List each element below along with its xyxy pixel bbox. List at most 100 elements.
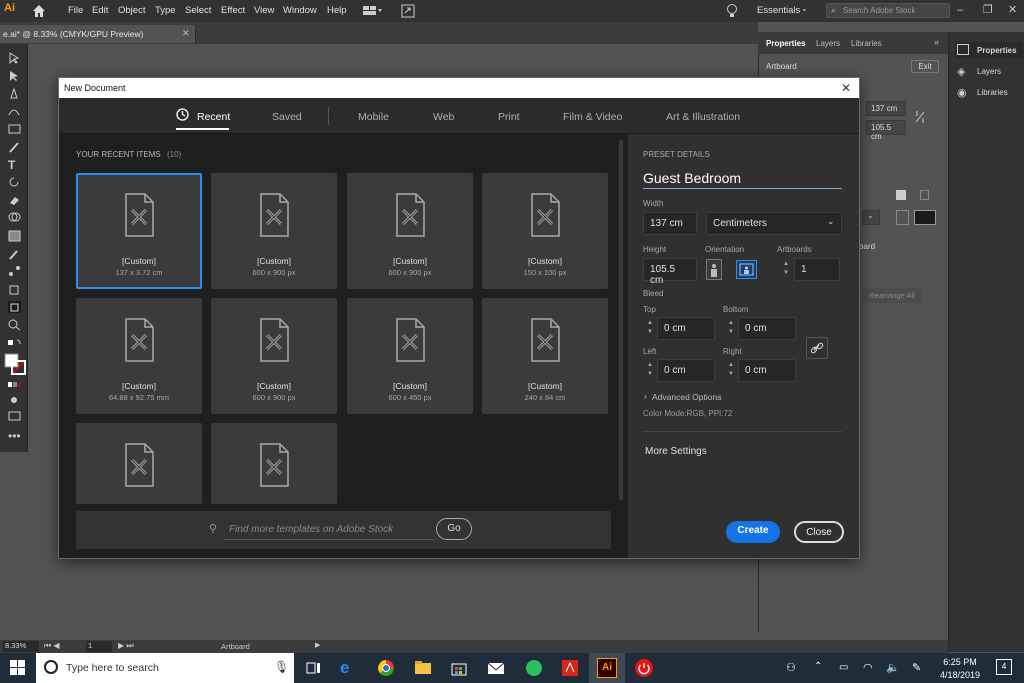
zoom-tool-icon[interactable]	[8, 319, 21, 331]
edge-icon[interactable]: e	[340, 658, 360, 678]
windows-start-icon[interactable]	[10, 660, 26, 676]
illustrator-taskbar-button[interactable]: Ai	[589, 653, 625, 683]
battery-icon[interactable]: ▭	[839, 662, 848, 673]
pen-tool-icon[interactable]	[8, 87, 21, 99]
tab-print[interactable]: Print	[498, 111, 520, 123]
close-tab-icon[interactable]: ✕	[182, 28, 190, 39]
show-hidden-icons[interactable]: ⌃	[814, 661, 822, 672]
menu-edit[interactable]: Edit	[92, 5, 108, 16]
create-button[interactable]: Create	[726, 521, 780, 543]
collapse-panel-icon[interactable]: »	[934, 37, 939, 47]
evernote-icon[interactable]	[524, 658, 544, 678]
selection-tool-icon[interactable]	[8, 52, 21, 64]
menu-help[interactable]: Help	[327, 5, 347, 16]
recent-item-card[interactable]	[211, 423, 337, 504]
landscape-orientation-button[interactable]	[736, 260, 757, 279]
shape-builder-tool-icon[interactable]	[8, 211, 21, 223]
bleed-left-field[interactable]: 0 cm	[657, 359, 715, 382]
clock-time[interactable]: 6:25 PM	[940, 657, 980, 667]
props-width-field[interactable]: 137 cm	[866, 101, 906, 116]
tab-layers[interactable]: Layers	[816, 39, 840, 48]
type-tool-icon[interactable]: T	[8, 158, 21, 172]
dock-properties[interactable]: Properties	[955, 42, 1023, 58]
direct-selection-tool-icon[interactable]	[8, 70, 21, 82]
tab-web[interactable]: Web	[433, 111, 454, 123]
go-button[interactable]: Go	[436, 518, 472, 540]
eyedropper-tool-icon[interactable]	[8, 248, 21, 260]
home-icon[interactable]	[32, 4, 46, 18]
artboard-number-field[interactable]: 1	[86, 641, 112, 652]
screen-mode-icon[interactable]	[8, 410, 21, 422]
tab-film-video[interactable]: Film & Video	[563, 111, 622, 123]
paintbrush-tool-icon[interactable]	[8, 141, 21, 153]
acrobat-icon[interactable]	[560, 658, 580, 678]
bleed-bottom-stepper[interactable]: ▲ ▼	[726, 319, 736, 339]
taskbar-search-input[interactable]: Type here to search 🎙	[36, 653, 294, 683]
menu-type[interactable]: Type	[155, 5, 176, 16]
task-view-icon[interactable]	[303, 658, 323, 678]
recent-item-card[interactable]: [Custom] 150 x 100 px	[482, 173, 608, 289]
microphone-icon[interactable]: 🎙	[274, 660, 289, 674]
rotate-tool-icon[interactable]	[8, 176, 21, 188]
status-nav-prev-icon[interactable]: ⏮ ◀	[44, 641, 60, 651]
close-button[interactable]: Close	[794, 521, 844, 543]
more-tools-icon[interactable]: •••	[8, 429, 21, 443]
bleed-left-stepper[interactable]: ▲ ▼	[645, 361, 655, 381]
maximize-button[interactable]: ❐	[983, 3, 993, 16]
workspace-switcher[interactable]: Essentials	[757, 5, 800, 16]
mail-icon[interactable]	[486, 658, 506, 678]
bleed-top-field[interactable]: 0 cm	[657, 317, 715, 340]
height-field[interactable]: 105.5 cm	[643, 258, 697, 286]
arrange-documents-icon[interactable]	[363, 5, 383, 17]
menu-object[interactable]: Object	[118, 5, 145, 16]
zoom-level-field[interactable]: 8.33%	[3, 641, 39, 652]
tab-mobile[interactable]: Mobile	[358, 111, 389, 123]
clock-date[interactable]: 4/18/2019	[936, 670, 984, 680]
bleed-bottom-field[interactable]: 0 cm	[738, 317, 796, 340]
gradient-tool-icon[interactable]	[8, 230, 21, 242]
chrome-icon[interactable]	[376, 658, 396, 678]
wifi-icon[interactable]: ◠	[863, 661, 873, 674]
document-tab[interactable]: e.ai* @ 8.33% (CMYK/GPU Preview) ✕	[0, 25, 196, 43]
rearrange-all-button[interactable]: Rearrange All	[862, 288, 922, 303]
menu-file[interactable]: File	[68, 5, 83, 16]
delete-artboard-icon[interactable]	[920, 190, 929, 200]
dock-layers[interactable]: ◈ Layers	[955, 63, 1023, 79]
artboard-tool-icon[interactable]	[8, 301, 21, 313]
file-explorer-icon[interactable]	[413, 658, 433, 678]
tab-libraries[interactable]: Libraries	[851, 39, 882, 48]
menu-view[interactable]: View	[254, 5, 274, 16]
volume-icon[interactable]: 🔈	[886, 661, 900, 674]
artboards-field[interactable]: 1	[794, 258, 840, 281]
fill-stroke-swatch[interactable]	[4, 353, 26, 375]
swap-colors-icon[interactable]	[8, 338, 21, 350]
status-mode[interactable]: Artboard	[221, 642, 250, 651]
portrait-orientation-button[interactable]	[706, 259, 722, 280]
notifications-icon[interactable]: 4	[996, 659, 1012, 675]
width-field[interactable]: 137 cm	[643, 212, 697, 235]
tab-recent[interactable]: Recent	[197, 111, 230, 123]
lightbulb-icon[interactable]	[726, 3, 738, 18]
stock-search-input[interactable]: ⌕ Search Adobe Stock	[826, 3, 950, 18]
tab-saved[interactable]: Saved	[272, 111, 302, 123]
landscape-orientation-icon[interactable]	[914, 210, 936, 225]
link-bleed-button[interactable]	[806, 337, 828, 359]
recent-item-card[interactable]: [Custom] 64.88 x 92.75 mm	[76, 298, 202, 414]
tab-art-illustration[interactable]: Art & Illustration	[666, 111, 740, 123]
tab-properties[interactable]: Properties	[766, 39, 806, 48]
advanced-options-toggle[interactable]: Advanced Options	[652, 392, 721, 402]
recent-item-card[interactable]: [Custom] 600 x 900 px	[211, 173, 337, 289]
bleed-top-stepper[interactable]: ▲ ▼	[645, 319, 655, 339]
menu-select[interactable]: Select	[185, 5, 211, 16]
curvature-tool-icon[interactable]	[8, 105, 21, 117]
new-artboard-icon[interactable]	[896, 190, 906, 200]
status-nav-next-icon[interactable]: ▶ ⏭	[118, 641, 134, 651]
status-menu-icon[interactable]: ▶	[315, 641, 320, 649]
props-height-field[interactable]: 105.5 cm	[866, 120, 906, 141]
eraser-tool-icon[interactable]	[8, 194, 21, 206]
portrait-orientation-icon[interactable]	[896, 210, 909, 225]
menu-effect[interactable]: Effect	[221, 5, 245, 16]
dock-libraries[interactable]: ◉ Libraries	[955, 84, 1023, 100]
constrain-proportions-icon[interactable]	[914, 110, 926, 124]
blend-tool-icon[interactable]	[8, 265, 21, 277]
